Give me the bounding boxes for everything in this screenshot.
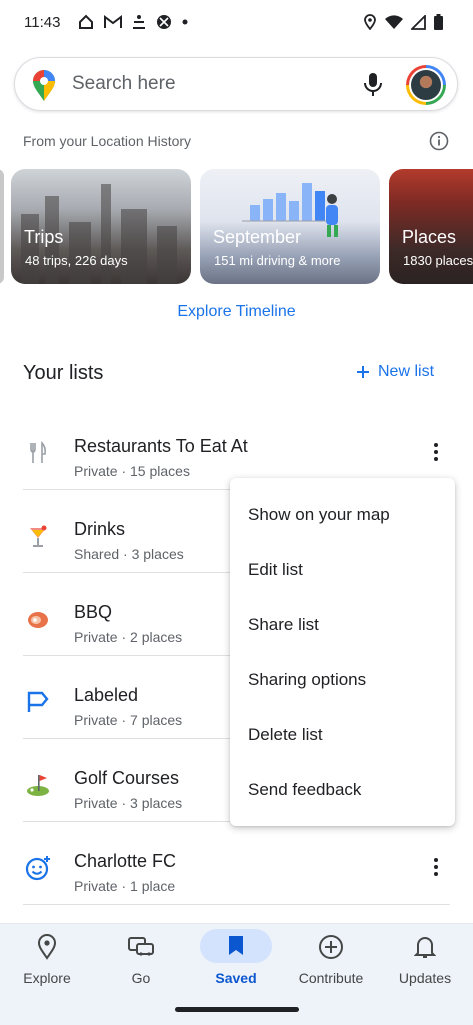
list-meta: Private · 7 places bbox=[74, 712, 183, 728]
card-title: September bbox=[213, 227, 302, 247]
nav-saved[interactable]: Saved bbox=[189, 924, 283, 1004]
explore-timeline-link[interactable]: Explore Timeline bbox=[0, 303, 473, 321]
gmail-icon bbox=[104, 15, 122, 28]
menu-item-edit-list[interactable]: Edit list bbox=[248, 560, 303, 580]
status-bar: 11:43 bbox=[0, 0, 473, 44]
location-pin-icon bbox=[37, 934, 57, 960]
list-meta: Private · 2 places bbox=[74, 629, 183, 645]
microphone-icon[interactable] bbox=[362, 72, 384, 98]
status-time: 11:43 bbox=[24, 14, 61, 31]
list-meta: Shared · 3 places bbox=[74, 546, 184, 562]
divider bbox=[23, 904, 450, 905]
list-name: Restaurants To Eat At bbox=[74, 436, 248, 456]
menu-item-show-on-map[interactable]: Show on your map bbox=[248, 505, 390, 525]
nav-updates[interactable]: Updates bbox=[378, 924, 472, 1004]
nav-explore[interactable]: Explore bbox=[0, 924, 94, 1004]
list-name: Charlotte FC bbox=[74, 851, 177, 871]
new-list-label: New list bbox=[378, 363, 435, 380]
menu-item-share-list[interactable]: Share list bbox=[248, 615, 319, 635]
card-subtitle: 151 mi driving & more bbox=[214, 253, 341, 268]
golf-icon bbox=[27, 775, 49, 796]
card-title: Places bbox=[402, 227, 457, 247]
signal-icon bbox=[411, 14, 426, 30]
plus-icon bbox=[357, 366, 369, 378]
info-icon[interactable] bbox=[429, 131, 449, 151]
card-places[interactable]: Places 1830 places bbox=[389, 169, 473, 284]
nav-label: Saved bbox=[215, 970, 257, 986]
timeline-cards: Trips 48 trips, 226 days September 151 m… bbox=[0, 169, 473, 285]
list-name: BBQ bbox=[74, 602, 113, 622]
list-name: Labeled bbox=[74, 685, 139, 705]
location-status-icon bbox=[364, 14, 376, 30]
card-trips[interactable]: Trips 48 trips, 226 days bbox=[11, 169, 191, 284]
meat-icon bbox=[28, 612, 48, 628]
notification-dot-icon bbox=[182, 19, 188, 25]
card-subtitle: 1830 places bbox=[403, 253, 473, 268]
menu-item-send-feedback[interactable]: Send feedback bbox=[248, 780, 361, 800]
list-context-menu: Show on your map Edit list Share list Sh… bbox=[230, 478, 455, 826]
card-september[interactable]: September 151 mi driving & more bbox=[200, 169, 380, 284]
search-bar[interactable]: Search here bbox=[14, 57, 458, 111]
location-history-label: From your Location History bbox=[23, 133, 192, 149]
card-title: Trips bbox=[24, 227, 64, 247]
list-meta: Private · 3 places bbox=[74, 795, 183, 811]
list-meta: Private · 15 places bbox=[74, 463, 190, 479]
menu-item-delete-list[interactable]: Delete list bbox=[248, 725, 323, 745]
flag-label-icon bbox=[27, 691, 49, 712]
smiley-add-icon bbox=[25, 856, 50, 881]
bell-icon bbox=[414, 937, 436, 958]
battery-icon bbox=[434, 14, 443, 30]
nav-label: Explore bbox=[23, 970, 71, 986]
home-icon bbox=[79, 14, 93, 29]
menu-item-sharing-options[interactable]: Sharing options bbox=[248, 670, 366, 690]
search-input[interactable]: Search here bbox=[72, 73, 176, 95]
account-avatar[interactable] bbox=[406, 65, 446, 105]
nav-label: Go bbox=[131, 970, 151, 986]
nav-label: Updates bbox=[398, 970, 452, 986]
new-list-button[interactable]: New list bbox=[356, 363, 434, 381]
nav-label: Contribute bbox=[298, 970, 364, 986]
cocktail-icon bbox=[30, 525, 47, 547]
bookmark-icon bbox=[229, 936, 243, 955]
wifi-icon bbox=[385, 15, 403, 29]
gesture-home-bar[interactable] bbox=[175, 1007, 299, 1012]
more-vert-icon[interactable] bbox=[426, 855, 446, 879]
list-meta: Private · 1 place bbox=[74, 878, 176, 894]
nav-contribute[interactable]: Contribute bbox=[284, 924, 378, 1004]
utensils-icon bbox=[30, 441, 46, 463]
add-circle-icon bbox=[319, 935, 343, 959]
accessibility-icon bbox=[133, 15, 145, 29]
car-icon bbox=[128, 937, 154, 956]
partial-card[interactable] bbox=[0, 169, 4, 284]
nav-go[interactable]: Go bbox=[94, 924, 188, 1004]
xbox-icon bbox=[157, 15, 171, 29]
list-name: Drinks bbox=[74, 519, 126, 539]
more-vert-icon[interactable] bbox=[426, 440, 446, 464]
your-lists-heading: Your lists bbox=[23, 362, 104, 384]
list-name: Golf Courses bbox=[74, 768, 180, 788]
card-subtitle: 48 trips, 226 days bbox=[25, 253, 128, 268]
google-maps-logo-icon bbox=[33, 70, 55, 101]
